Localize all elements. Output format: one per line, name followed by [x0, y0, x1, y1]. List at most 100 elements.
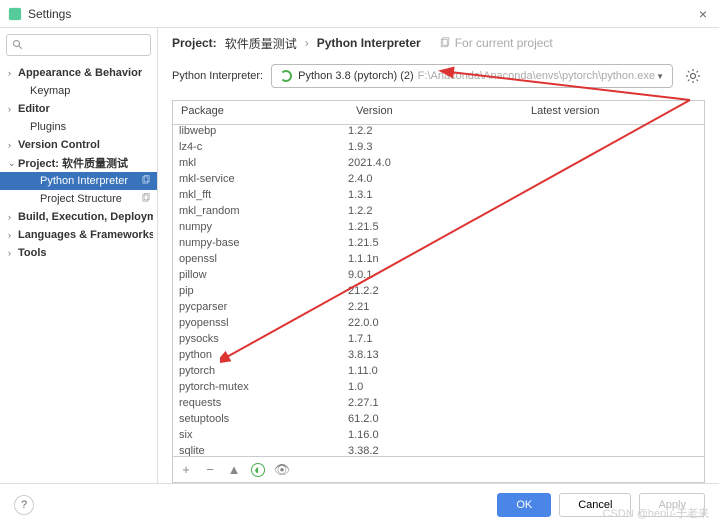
table-row[interactable]: lz4-c1.9.3	[173, 141, 704, 157]
table-row[interactable]: numpy-base1.21.5	[173, 237, 704, 253]
package-latest	[523, 413, 704, 429]
package-name: six	[173, 429, 348, 445]
package-name: mkl-service	[173, 173, 348, 189]
package-latest	[523, 157, 704, 173]
interpreter-settings-button[interactable]	[681, 64, 705, 88]
table-row[interactable]: mkl2021.4.0	[173, 157, 704, 173]
interpreter-label: Python Interpreter:	[172, 70, 263, 82]
package-name: pycparser	[173, 301, 348, 317]
ok-button[interactable]: OK	[497, 493, 551, 517]
package-name: lz4-c	[173, 141, 348, 157]
package-name: setuptools	[173, 413, 348, 429]
package-latest	[523, 301, 704, 317]
tree-item-label: Keymap	[30, 85, 153, 97]
package-version: 3.38.2	[348, 445, 523, 456]
tree-item-build-execution-deployment[interactable]: ›Build, Execution, Deployment	[0, 208, 157, 226]
app-icon	[8, 7, 22, 21]
table-row[interactable]: mkl_random1.2.2	[173, 205, 704, 221]
column-header-version[interactable]: Version	[348, 101, 523, 124]
tree-item-appearance-behavior[interactable]: ›Appearance & Behavior	[0, 64, 157, 82]
table-row[interactable]: six1.16.0	[173, 429, 704, 445]
table-row[interactable]: pyopenssl22.0.0	[173, 317, 704, 333]
remove-package-button[interactable]: −	[203, 463, 217, 477]
tree-item-languages-frameworks[interactable]: ›Languages & Frameworks	[0, 226, 157, 244]
window-title: Settings	[28, 7, 695, 21]
tree-item-label: Project: 软件质量测试	[18, 155, 153, 171]
search-icon	[12, 39, 24, 51]
package-table: Package Version Latest version libwebp1.…	[172, 100, 705, 457]
table-row[interactable]: requests2.27.1	[173, 397, 704, 413]
package-latest	[523, 365, 704, 381]
breadcrumb-project: 软件质量测试	[225, 35, 297, 52]
search-input[interactable]	[6, 34, 151, 56]
package-latest	[523, 445, 704, 456]
package-version: 1.2.2	[348, 205, 523, 221]
table-row[interactable]: libwebp1.2.2	[173, 125, 704, 141]
table-row[interactable]: numpy1.21.5	[173, 221, 704, 237]
package-latest	[523, 253, 704, 269]
package-latest	[523, 269, 704, 285]
table-row[interactable]: python3.8.13	[173, 349, 704, 365]
package-latest	[523, 317, 704, 333]
tree-item-label: Project Structure	[40, 193, 139, 205]
chevron-icon: ›	[8, 212, 18, 222]
table-row[interactable]: setuptools61.2.0	[173, 413, 704, 429]
package-toolbar: + − ▲ ◐ 👁	[172, 457, 705, 483]
table-row[interactable]: pycparser2.21	[173, 301, 704, 317]
tree-item-python-interpreter[interactable]: Python Interpreter	[0, 172, 157, 190]
column-header-latest[interactable]: Latest version	[523, 101, 704, 124]
chevron-icon: ›	[8, 68, 18, 78]
tree-item-version-control[interactable]: ›Version Control	[0, 136, 157, 154]
conda-button[interactable]: ◐	[251, 463, 265, 477]
package-name: pillow	[173, 269, 348, 285]
column-header-package[interactable]: Package	[173, 101, 348, 124]
package-version: 1.16.0	[348, 429, 523, 445]
table-row[interactable]: openssl1.1.1n	[173, 253, 704, 269]
table-row[interactable]: pytorch-mutex1.0	[173, 381, 704, 397]
help-button[interactable]: ?	[14, 495, 34, 515]
package-version: 2021.4.0	[348, 157, 523, 173]
tree-item-editor[interactable]: ›Editor	[0, 100, 157, 118]
sidebar: ›Appearance & BehaviorKeymap›EditorPlugi…	[0, 28, 158, 483]
tree-item-label: Plugins	[30, 121, 153, 133]
package-latest	[523, 189, 704, 205]
package-version: 2.4.0	[348, 173, 523, 189]
tree-item-label: Version Control	[18, 139, 153, 151]
settings-tree: ›Appearance & BehaviorKeymap›EditorPlugi…	[0, 62, 157, 483]
package-name: mkl_random	[173, 205, 348, 221]
interpreter-combo[interactable]: Python 3.8 (pytorch) (2) F:\Anaconda\Ana…	[271, 64, 673, 88]
package-latest	[523, 221, 704, 237]
add-package-button[interactable]: +	[179, 463, 193, 477]
chevron-icon: ›	[8, 104, 18, 114]
tree-item-plugins[interactable]: Plugins	[0, 118, 157, 136]
tree-item-project-[interactable]: ⌄Project: 软件质量测试	[0, 154, 157, 172]
package-name: sqlite	[173, 445, 348, 456]
table-row[interactable]: mkl_fft1.3.1	[173, 189, 704, 205]
tree-item-label: Python Interpreter	[40, 175, 139, 187]
tree-item-keymap[interactable]: Keymap	[0, 82, 157, 100]
table-row[interactable]: sqlite3.38.2	[173, 445, 704, 456]
package-name: numpy	[173, 221, 348, 237]
package-name: python	[173, 349, 348, 365]
show-early-releases-button[interactable]: 👁	[275, 463, 289, 477]
tree-item-project-structure[interactable]: Project Structure	[0, 190, 157, 208]
package-version: 1.3.1	[348, 189, 523, 205]
close-button[interactable]: ×	[695, 6, 711, 22]
upgrade-package-button[interactable]: ▲	[227, 463, 241, 477]
interpreter-path: F:\Anaconda\Anaconda\envs\pytorch\python…	[418, 70, 655, 82]
table-row[interactable]: pysocks1.7.1	[173, 333, 704, 349]
package-version: 1.21.5	[348, 237, 523, 253]
package-latest	[523, 429, 704, 445]
tree-item-tools[interactable]: ›Tools	[0, 244, 157, 262]
package-version: 21.2.2	[348, 285, 523, 301]
table-row[interactable]: mkl-service2.4.0	[173, 173, 704, 189]
chevron-icon: ›	[8, 140, 18, 150]
table-row[interactable]: pillow9.0.1	[173, 269, 704, 285]
copy-icon	[141, 193, 153, 205]
tree-item-label: Appearance & Behavior	[18, 67, 153, 79]
watermark: CSDN @henu-于老来	[602, 505, 709, 521]
package-latest	[523, 125, 704, 141]
table-row[interactable]: pytorch1.11.0	[173, 365, 704, 381]
table-row[interactable]: pip21.2.2	[173, 285, 704, 301]
gear-icon	[685, 68, 701, 84]
